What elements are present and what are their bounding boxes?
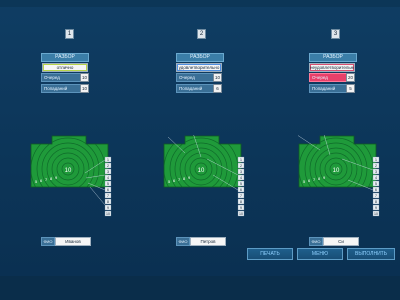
target-silhouette: [163, 135, 242, 188]
lane-2-fio-label: ФИО: [176, 237, 190, 246]
svg-text:4: 4: [375, 176, 377, 180]
target-center-label: 10: [65, 168, 72, 174]
lane-3-section-label: РАЗБОР: [309, 53, 357, 62]
svg-text:9: 9: [375, 206, 377, 210]
lane-1-fio-label: ФИО: [41, 237, 55, 246]
lane-3-hits-value: 5: [346, 84, 355, 93]
print-button[interactable]: ПЕЧАТЬ: [247, 248, 293, 260]
lane-1-number: 1: [65, 29, 74, 39]
svg-text:4: 4: [107, 176, 109, 180]
svg-text:7: 7: [375, 194, 377, 198]
svg-text:3: 3: [107, 170, 109, 174]
svg-text:3: 3: [240, 170, 242, 174]
target-center-label: 10: [333, 168, 340, 174]
lane-2-shots-value: 10: [213, 73, 222, 82]
svg-text:8: 8: [375, 200, 377, 204]
svg-text:7: 7: [107, 194, 109, 198]
lane-1-target: 10 5 6 7 8 9 1 2 3 4 5 6 7 8 9 10: [30, 135, 112, 217]
lane-1-fio-field[interactable]: Иванов: [55, 237, 91, 246]
svg-text:3: 3: [375, 170, 377, 174]
lane-2-target: 10 5 6 7 8 9 1 2 3 4 5 6 7 8 9 10: [163, 135, 245, 217]
svg-text:2: 2: [107, 164, 109, 168]
svg-text:8: 8: [240, 200, 242, 204]
lane-1-rating: отлично: [42, 63, 88, 72]
lane-3-number: 3: [331, 29, 340, 39]
svg-text:10: 10: [374, 212, 378, 216]
lane-1-shots-value: 10: [80, 73, 89, 82]
bottom-bar: [0, 276, 400, 300]
lane-2-number: 2: [197, 29, 206, 39]
svg-text:6: 6: [240, 188, 242, 192]
svg-text:1: 1: [240, 158, 242, 162]
svg-text:10: 10: [239, 212, 243, 216]
lane-1-shots-label: Очеред: [41, 73, 85, 82]
svg-text:10: 10: [106, 212, 110, 216]
svg-text:5: 5: [375, 182, 377, 186]
svg-text:6: 6: [375, 188, 377, 192]
svg-text:8: 8: [107, 200, 109, 204]
svg-text:9: 9: [240, 206, 242, 210]
lane-3-fio-label: ФИО: [309, 237, 323, 246]
lane-3-fio-field[interactable]: Си: [323, 237, 359, 246]
target-silhouette: [30, 135, 109, 188]
lane-2-fio-field[interactable]: Петров: [190, 237, 226, 246]
lane-3-target: 10 5 6 7 8 9 1 2 3 4 5 6 7 8 9 10: [298, 135, 380, 217]
lane-1-hits-label: Попаданий: [41, 84, 85, 93]
lane-2-section-label: РАЗБОР: [176, 53, 224, 62]
menu-button[interactable]: МЕНЮ: [297, 248, 343, 260]
top-bar: [0, 0, 400, 7]
svg-text:1: 1: [375, 158, 377, 162]
lane-3-shots-value: 20: [346, 73, 355, 82]
execute-button[interactable]: ВЫПОЛНИТЬ: [347, 248, 395, 260]
lane-2-hits-value: 6: [213, 84, 222, 93]
lane-2-rating: удовлетворительно: [176, 63, 222, 72]
shooting-range-screen: 1 РАЗБОР отлично Очеред 10 Попаданий 10 …: [0, 0, 400, 300]
svg-text:4: 4: [240, 176, 242, 180]
lane-1-hits-value: 10: [80, 84, 89, 93]
lane-3-rating: неудовлетворительно: [309, 63, 355, 72]
svg-text:2: 2: [375, 164, 377, 168]
svg-text:5: 5: [240, 182, 242, 186]
svg-text:7: 7: [240, 194, 242, 198]
target-center-label: 10: [198, 168, 205, 174]
svg-text:5: 5: [107, 182, 109, 186]
lane-1-section-label: РАЗБОР: [41, 53, 89, 62]
svg-text:1: 1: [107, 158, 109, 162]
svg-text:6: 6: [107, 188, 109, 192]
svg-text:2: 2: [240, 164, 242, 168]
svg-text:9: 9: [107, 206, 109, 210]
